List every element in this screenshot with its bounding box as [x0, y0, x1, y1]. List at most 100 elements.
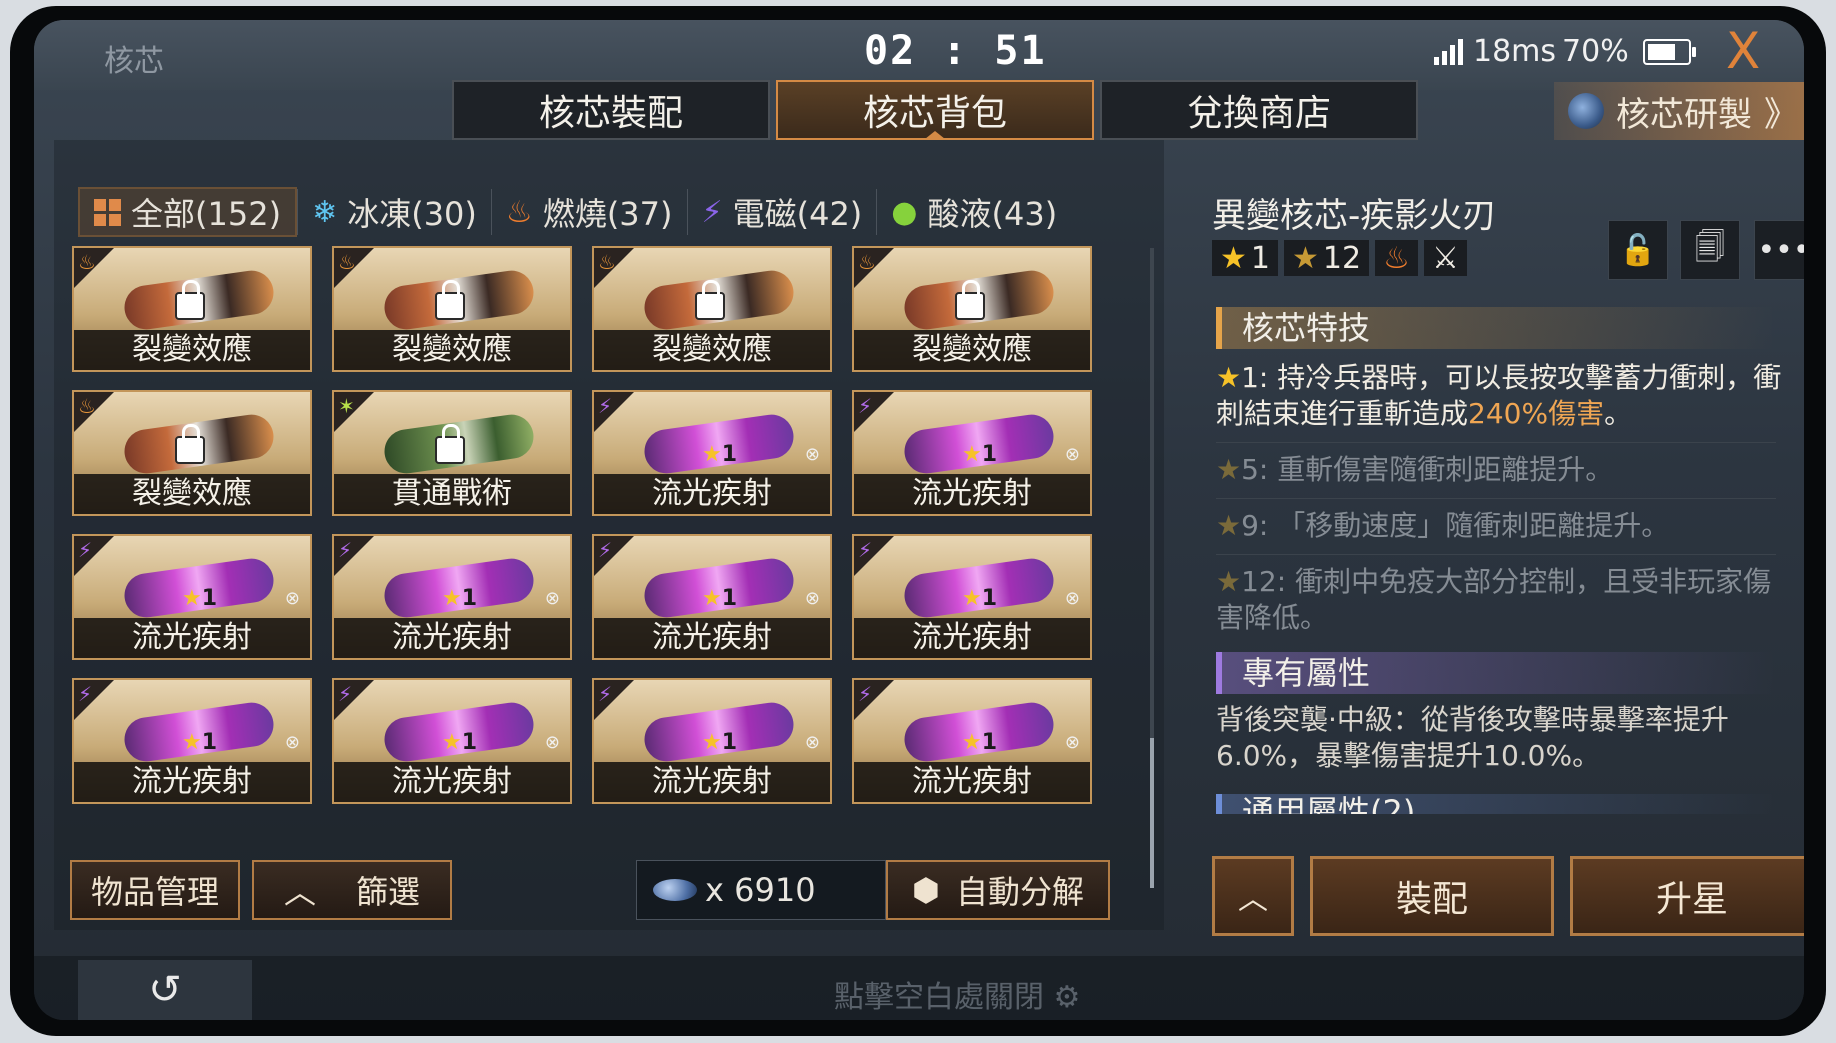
core-card[interactable]: ⚡ ★1 ⊗ 流光疾射 [852, 390, 1092, 516]
core-card[interactable]: ⚡ ★1 ⊗ 流光疾射 [72, 678, 312, 804]
core-card[interactable]: ⚡ ★1 ⊗ 流光疾射 [72, 534, 312, 660]
core-card[interactable]: ♨ 裂變效應 [72, 246, 312, 372]
core-card[interactable]: ♨ 裂變效應 [72, 390, 312, 516]
lightning-icon: ⚡ [78, 538, 93, 562]
flame-icon: ♨ [78, 394, 96, 418]
core-card[interactable]: ⚡ ★1 ⊗ 流光疾射 [852, 534, 1092, 660]
lightning-icon: ⚡ [858, 394, 873, 418]
core-card-label: 流光疾射 [854, 618, 1090, 658]
box-icon: ⬢ [912, 871, 940, 909]
scroll-thumb[interactable] [1150, 738, 1154, 888]
card-star-level: ★1 [702, 586, 738, 611]
card-star-level: ★1 [962, 730, 998, 755]
core-card[interactable]: ⚡ ★1 ⊗ 流光疾射 [592, 390, 832, 516]
card-star-level: ★1 [182, 586, 218, 611]
star-icon: ★ [1220, 240, 1247, 276]
divider [1216, 442, 1776, 443]
exclusive-attr-text: 背後突襲·中級：從背後攻擊時暴擊率提升6.0%，暴擊傷害提升10.0%。 [1216, 703, 1729, 772]
lightning-icon: ⚡ [78, 682, 93, 706]
filter-button[interactable]: ︿ 篩選 [252, 860, 452, 920]
lock-icon [175, 424, 205, 464]
skill-9-text: 「移動速度」隨衝刺距離提升。 [1277, 509, 1670, 542]
discard-icon: ⊗ [544, 732, 560, 753]
filter-acid[interactable]: ● 酸液(43) [876, 189, 1071, 235]
back-arrow-icon: ↺ [148, 967, 182, 1013]
core-card-label: 流光疾射 [334, 618, 570, 658]
lightning-icon: ⚡ [858, 538, 873, 562]
core-card-label: 裂變效應 [74, 330, 310, 370]
close-hint-text: 點擊空白處關閉 [834, 980, 1044, 1015]
upgrade-star-button[interactable]: 升星 [1570, 856, 1804, 936]
close-button[interactable]: X [1726, 26, 1760, 76]
core-card[interactable]: ♨ 裂變效應 [852, 246, 1092, 372]
skill-5: ★5: 重斬傷害隨衝刺距離提升。 [1216, 452, 1796, 488]
close-hint[interactable]: 點擊空白處關閉 ⚙ [834, 972, 1080, 1016]
lightning-icon: ⚡ [598, 682, 613, 706]
more-icon: ••• [1757, 232, 1804, 268]
lightning-icon: ⚡ [701, 194, 723, 230]
star-icon: ★ [1216, 509, 1242, 542]
back-button[interactable]: ↺ [78, 960, 252, 1020]
filter-freeze[interactable]: ❄ 冰凍(30) [297, 189, 491, 235]
tab-exchange-shop[interactable]: 兌換商店 [1100, 80, 1418, 140]
gem-currency-icon [653, 879, 697, 901]
core-card[interactable]: ✶ 貫通戰術 [332, 390, 572, 516]
chevron-up-icon: ︿ [283, 873, 316, 911]
discard-icon: ⊗ [544, 588, 560, 609]
card-star-level: ★1 [702, 442, 738, 467]
discard-icon: ⊗ [1064, 732, 1080, 753]
auto-decompose-button[interactable]: ⬢ 自動分解 [886, 860, 1110, 920]
acid-drop-icon: ● [891, 194, 918, 230]
core-card[interactable]: ⚡ ★1 ⊗ 流光疾射 [332, 534, 572, 660]
device-frame: 核芯 02 : 51 18ms 70% X 核芯裝配 核芯背包 兌換商店 核芯研… [10, 6, 1826, 1036]
core-badges: ★ 1 ★ 12 ♨ ⚔ [1212, 240, 1467, 276]
lightning-icon: ⚡ [858, 682, 873, 706]
tab-core-equip[interactable]: 核芯裝配 [452, 80, 770, 140]
flame-icon: ♨ [338, 250, 356, 274]
filter-button-label: 篩選 [356, 873, 421, 911]
details-button[interactable]: 🗐 [1680, 220, 1740, 280]
gear-icon: ⚙ [1053, 980, 1081, 1015]
filter-electro-label: 電磁(42) [732, 195, 863, 233]
expand-button[interactable]: ︿ [1212, 856, 1294, 936]
element-filter-bar: 全部(152) ❄ 冰凍(30) ♨ 燃燒(37) ⚡ 電磁(42) ● 酸液(… [78, 187, 1071, 237]
inventory-scrollbar[interactable] [1150, 248, 1154, 888]
tab-core-bag[interactable]: 核芯背包 [776, 80, 1094, 140]
unlock-button[interactable]: 🔓 [1608, 220, 1668, 280]
discard-icon: ⊗ [284, 732, 300, 753]
core-card[interactable]: ⚡ ★1 ⊗ 流光疾射 [852, 678, 1092, 804]
skill-12-prefix: 12: [1241, 565, 1296, 598]
lightning-icon: ⚡ [338, 538, 353, 562]
card-star-level: ★1 [702, 730, 738, 755]
filter-electro[interactable]: ⚡ 電磁(42) [686, 189, 877, 235]
divider [1216, 498, 1776, 499]
core-card[interactable]: ⚡ ★1 ⊗ 流光疾射 [332, 678, 572, 804]
star-level: 1 [1250, 240, 1270, 276]
discard-icon: ⊗ [804, 732, 820, 753]
equip-button[interactable]: 裝配 [1310, 856, 1554, 936]
core-card[interactable]: ♨ 裂變效應 [592, 246, 832, 372]
signal-icon [1434, 38, 1463, 65]
core-card[interactable]: ♨ 裂變效應 [332, 246, 572, 372]
filter-burn[interactable]: ♨ 燃燒(37) [490, 189, 687, 235]
lock-icon [435, 424, 465, 464]
item-manage-button[interactable]: 物品管理 [70, 860, 240, 920]
more-button[interactable]: ••• [1754, 220, 1804, 280]
skill-5-prefix: 5: [1241, 453, 1278, 486]
card-star-level: ★1 [962, 586, 998, 611]
core-card[interactable]: ⚡ ★1 ⊗ 流光疾射 [592, 534, 832, 660]
document-search-icon: 🗐 [1695, 229, 1725, 265]
star-level-badge: ★ 1 [1212, 240, 1278, 276]
flame-icon: ♨ [598, 250, 616, 274]
battery-fill [1647, 43, 1675, 60]
core-card-label: 裂變效應 [74, 474, 310, 514]
core-research-label: 核芯研製 [1616, 94, 1752, 135]
filter-burn-label: 燃燒(37) [542, 195, 673, 233]
skill-1-highlight: 240%傷害 [1468, 397, 1605, 430]
core-card[interactable]: ⚡ ★1 ⊗ 流光疾射 [592, 678, 832, 804]
star-icon: ★ [1216, 361, 1242, 394]
core-research-button[interactable]: 核芯研製 》 [1554, 82, 1804, 140]
filter-all[interactable]: 全部(152) [78, 187, 298, 237]
core-card-label: 流光疾射 [594, 762, 830, 802]
card-star-level: ★1 [442, 730, 478, 755]
